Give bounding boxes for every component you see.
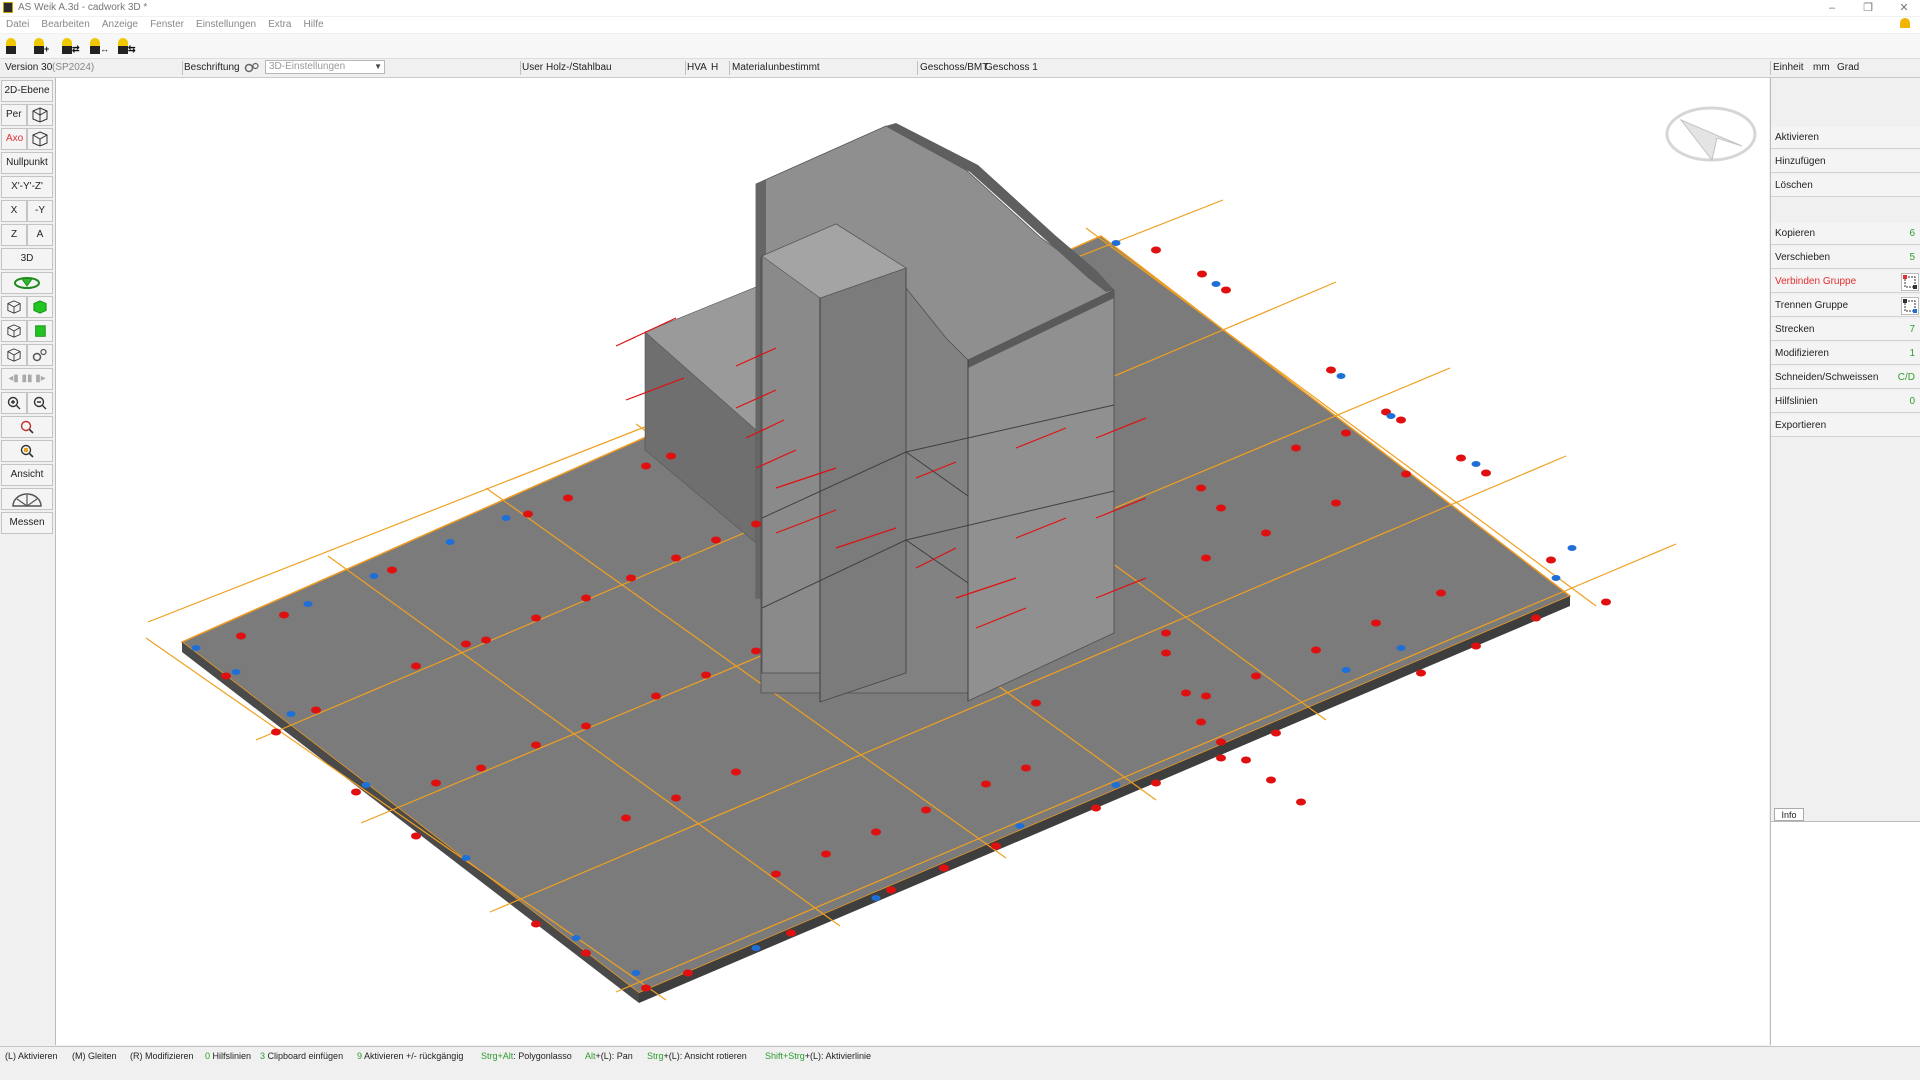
beschriftung-button[interactable]: Beschriftung [184,62,240,73]
toolbar: + ⇄ ↔ ⇆ [0,34,1920,59]
view-z-button[interactable]: Z [1,224,27,246]
status-hint: (M) Gleiten [72,1051,117,1061]
cmd-kopieren[interactable]: Kopieren 6 [1771,223,1920,245]
menu-bar: Datei Bearbeiten Anzeige Fenster Einstel… [0,17,1920,33]
info-area [1771,821,1920,1046]
menu-datei[interactable]: Datei [6,17,29,33]
menu-extra[interactable]: Extra [268,17,291,33]
einstellungen-select[interactable]: 3D-Einstellungen ▼ [265,60,385,74]
solid-green-cube-icon[interactable] [27,296,53,318]
menu-bearbeiten[interactable]: Bearbeiten [41,17,89,33]
geschoss-label: Geschoss/BMT [920,62,989,73]
user-add-icon[interactable]: + [32,38,54,54]
left-toolbar: 2D-Ebene Per Axo Nullpunkt X'-Y'-Z' X -Y… [0,78,56,1045]
menu-anzeige[interactable]: Anzeige [102,17,138,33]
einheit-grad[interactable]: Grad [1837,62,1859,73]
version-sub: (SP2024) [52,62,95,73]
menu-hilfe[interactable]: Hilfe [304,17,324,33]
einheit-mm[interactable]: mm [1813,62,1830,73]
perspective-cube-icon[interactable] [27,104,53,126]
ansicht-button[interactable]: Ansicht [1,464,53,486]
model-canvas[interactable] [56,78,1769,1045]
cmd-verschieben[interactable]: Verschieben 5 [1771,247,1920,269]
cmd-hinzufuegen[interactable]: Hinzufügen [1771,151,1920,173]
2d-ebene-button[interactable]: 2D-Ebene [1,80,53,102]
chevron-down-icon: ▼ [374,62,382,71]
status-bar: (L) Aktivieren (M) Gleiten (R) Modifizie… [0,1046,1920,1065]
status-hint: (R) Modifizieren [130,1051,194,1061]
title-bar: AS Weik A.3d - cadwork 3D * – ❐ ✕ [0,0,1920,16]
cmd-modifizieren[interactable]: Modifizieren 1 [1771,343,1920,365]
status-hint: 0 Hilfslinien [205,1051,252,1061]
gear-icon[interactable] [244,62,260,74]
user-copy-icon[interactable]: ⇄ [60,38,82,54]
navigation-compass-icon[interactable] [1665,106,1757,162]
settings-gear-icon[interactable] [27,344,53,366]
perspective-button[interactable]: Per [1,104,27,126]
cmd-verbinden-gruppe[interactable]: Verbinden Gruppe [1771,271,1920,293]
zoom-out-icon[interactable] [27,392,53,414]
h-button[interactable]: H [711,62,718,73]
status-hint: 9 Aktivieren +/- rückgängig [357,1051,464,1061]
einheit-label: Einheit [1773,62,1804,73]
hidden-line-cube-icon[interactable] [1,320,27,342]
view-wheel-icon[interactable] [1,488,53,510]
app-logo-icon [3,2,13,13]
view-3d-button[interactable]: 3D [1,248,53,270]
shaded-green-icon[interactable] [27,320,53,342]
menu-einstellungen[interactable]: Einstellungen [196,17,256,33]
cmd-hilfslinien[interactable]: Hilfslinien 0 [1771,391,1920,413]
rotate-view-icon[interactable] [1,272,53,294]
status-hint: Strg+Alt: Polygonlasso [481,1051,572,1061]
view-x-button[interactable]: X [1,200,27,222]
user-swap-icon[interactable]: ⇆ [116,38,138,54]
status-hint: (L) Aktivieren [5,1051,58,1061]
material-label: Material [732,62,768,73]
version-label: Version 30 [5,62,53,73]
status-hint: Strg+(L): Ansicht rotieren [647,1051,747,1061]
user-plus-icon[interactable] [4,38,26,54]
user-move-icon[interactable]: ↔ [88,38,110,54]
3d-viewport[interactable] [56,78,1769,1045]
axo-button[interactable]: Axo [1,128,27,150]
cmd-schneiden-schweissen[interactable]: Schneiden/Schweissen C/D [1771,367,1920,389]
cmd-aktivieren[interactable]: Aktivieren [1771,127,1920,149]
axo-cube-icon[interactable] [27,128,53,150]
info-tab[interactable]: Info [1774,808,1804,821]
playback-controls-icon[interactable]: ◂▮ ▮▮ ▮▸ [1,368,53,390]
nullpunkt-button[interactable]: Nullpunkt [1,152,53,174]
cmd-loeschen[interactable]: Löschen [1771,175,1920,197]
messen-button[interactable]: Messen [1,512,53,534]
notification-bell-icon[interactable] [1900,18,1910,28]
status-hint: Shift+Strg+(L): Aktivierlinie [765,1051,872,1061]
info-bar: Version 30 (SP2024) Beschriftung 3D-Eins… [0,59,1920,78]
material-value[interactable]: unbestimmt [768,62,820,73]
status-hint: Alt+(L): Pan [585,1051,633,1061]
window-title: AS Weik A.3d - cadwork 3D * [18,2,148,13]
einstellungen-value: 3D-Einstellungen [269,61,346,72]
user-label: User [522,62,544,73]
view-minus-y-button[interactable]: -Y [27,200,53,222]
hva-button[interactable]: HVA [687,62,707,73]
status-hint: 3 Clipboard einfügen [260,1051,344,1061]
right-command-panel: Aktivieren Hinzufügen Löschen Kopieren 6 … [1770,78,1920,1046]
user-value[interactable]: Holz-/Stahlbau [546,62,612,73]
zoom-in-icon[interactable] [1,392,27,414]
minimize-button[interactable]: – [1817,0,1847,16]
cmd-strecken[interactable]: Strecken 7 [1771,319,1920,341]
wireframe-cube-icon[interactable] [1,296,27,318]
cmd-trennen-gruppe[interactable]: Trennen Gruppe [1771,295,1920,317]
group-connect-icon[interactable] [1901,273,1919,291]
menu-fenster[interactable]: Fenster [150,17,184,33]
view-a-button[interactable]: A [27,224,53,246]
geschoss-value[interactable]: Geschoss 1 [985,62,1038,73]
xyz-button[interactable]: X'-Y'-Z' [1,176,53,198]
cmd-exportieren[interactable]: Exportieren [1771,415,1920,437]
zoom-region-icon[interactable] [1,416,53,438]
zoom-all-icon[interactable] [1,440,53,462]
restore-button[interactable]: ❐ [1853,0,1883,16]
group-separate-icon[interactable] [1901,297,1919,315]
close-button[interactable]: ✕ [1889,0,1919,16]
cube-outline-icon[interactable] [1,344,27,366]
